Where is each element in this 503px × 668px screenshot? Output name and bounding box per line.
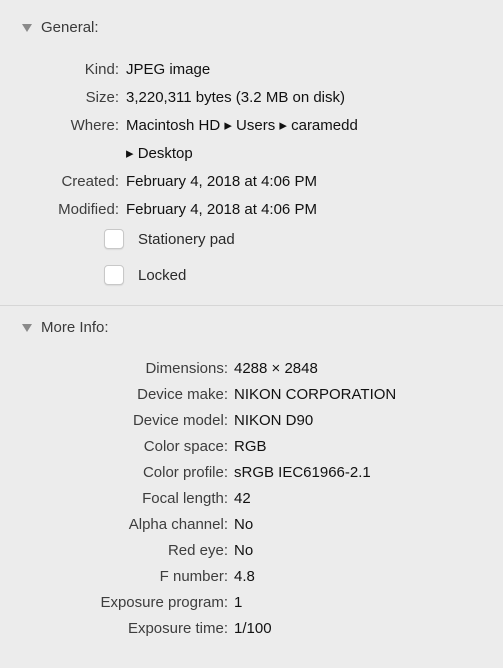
focal-length-row: Focal length: 42	[0, 488, 503, 510]
f-number-row: F number: 4.8	[0, 566, 503, 588]
exposure-time-row: Exposure time: 1/100	[0, 618, 503, 640]
device-model-value: NIKON D90	[234, 412, 314, 429]
alpha-channel-label: Alpha channel:	[128, 516, 228, 533]
more-info-section-title: More Info:	[41, 318, 109, 336]
dimensions-label: Dimensions:	[145, 360, 228, 377]
stationery-pad-label: Stationery pad	[138, 230, 235, 248]
alpha-channel-row: Alpha channel: No	[0, 514, 503, 536]
get-info-pane: General: Kind: JPEG image Size: 3,220,31…	[0, 0, 503, 668]
where-row: Where: Macintosh HD ▸ Users ▸ caramedd	[0, 115, 503, 137]
kind-label: Kind:	[84, 61, 119, 78]
created-row: Created: February 4, 2018 at 4:06 PM	[0, 171, 503, 193]
f-number-label: F number:	[159, 568, 228, 585]
where-path-line2: ▸ Desktop	[126, 145, 193, 162]
modified-label: Modified:	[58, 201, 119, 218]
kind-value: JPEG image	[126, 61, 211, 78]
disclosure-triangle-icon[interactable]	[22, 23, 32, 32]
where-path-line1: Macintosh HD ▸ Users ▸ caramedd	[126, 117, 358, 134]
where-label: Where:	[70, 117, 119, 134]
more-info-section-toggle[interactable]: More Info:	[22, 314, 109, 340]
locked-checkbox[interactable]	[104, 265, 124, 285]
size-value: 3,220,311 bytes (3.2 MB on disk)	[126, 89, 346, 106]
exposure-time-label: Exposure time:	[127, 620, 228, 637]
section-divider	[0, 305, 503, 306]
exposure-program-value: 1	[234, 594, 243, 611]
stationery-pad-option[interactable]: Stationery pad	[104, 227, 235, 251]
disclosure-triangle-icon[interactable]	[22, 323, 32, 332]
device-model-label: Device model:	[132, 412, 228, 429]
kind-row: Kind: JPEG image	[0, 59, 503, 81]
created-value: February 4, 2018 at 4:06 PM	[126, 173, 317, 190]
size-label: Size:	[85, 89, 119, 106]
red-eye-value: No	[234, 542, 254, 559]
color-profile-value: sRGB IEC61966-2.1	[234, 464, 371, 481]
red-eye-row: Red eye: No	[0, 540, 503, 562]
red-eye-label: Red eye:	[167, 542, 228, 559]
modified-row: Modified: February 4, 2018 at 4:06 PM	[0, 199, 503, 221]
color-space-label: Color space:	[143, 438, 228, 455]
locked-option[interactable]: Locked	[104, 263, 186, 287]
where-row-continued: ▸ Desktop	[0, 143, 503, 165]
f-number-value: 4.8	[234, 568, 255, 585]
focal-length-value: 42	[234, 490, 251, 507]
general-section-title: General:	[41, 18, 99, 36]
exposure-time-value: 1/100	[234, 620, 272, 637]
locked-label: Locked	[138, 266, 187, 284]
modified-value: February 4, 2018 at 4:06 PM	[126, 201, 317, 218]
alpha-channel-value: No	[234, 516, 254, 533]
device-make-value: NIKON CORPORATION	[234, 386, 397, 403]
stationery-pad-checkbox[interactable]	[104, 229, 124, 249]
focal-length-label: Focal length:	[142, 490, 228, 507]
general-section-toggle[interactable]: General:	[22, 14, 99, 40]
size-row: Size: 3,220,311 bytes (3.2 MB on disk)	[0, 87, 503, 109]
device-make-row: Device make: NIKON CORPORATION	[0, 384, 503, 406]
color-profile-label: Color profile:	[142, 464, 228, 481]
device-model-row: Device model: NIKON D90	[0, 410, 503, 432]
color-space-row: Color space: RGB	[0, 436, 503, 458]
device-make-label: Device make:	[137, 386, 228, 403]
dimensions-row: Dimensions: 4288 × 2848	[0, 358, 503, 380]
exposure-program-label: Exposure program:	[100, 594, 228, 611]
exposure-program-row: Exposure program: 1	[0, 592, 503, 614]
dimensions-value: 4288 × 2848	[234, 360, 318, 377]
color-profile-row: Color profile: sRGB IEC61966-2.1	[0, 462, 503, 484]
color-space-value: RGB	[234, 438, 267, 455]
created-label: Created:	[61, 173, 119, 190]
